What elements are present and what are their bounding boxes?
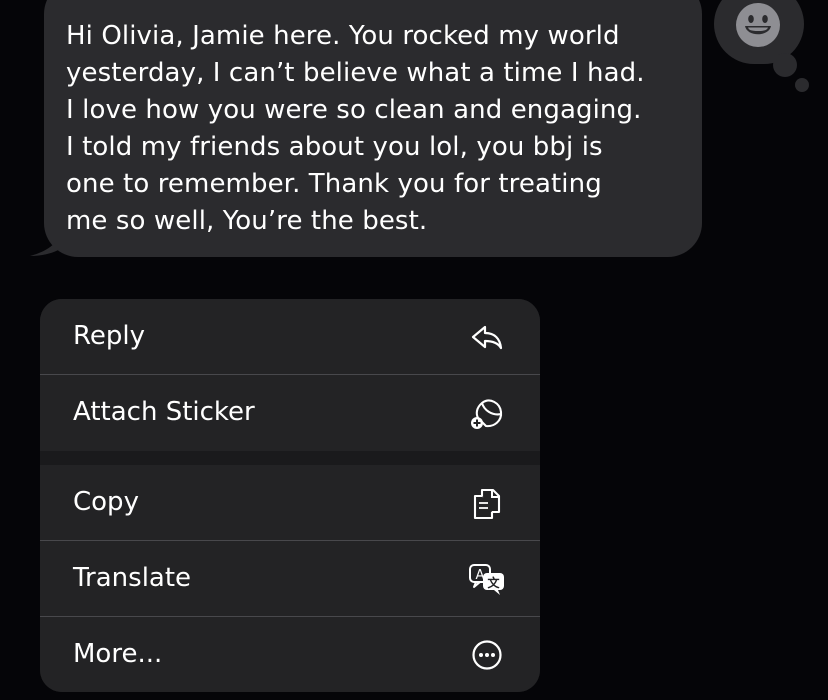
context-menu: Reply Attach Sticker Copy Translate A 文 …	[40, 299, 540, 692]
svg-text:文: 文	[487, 575, 500, 590]
translate-icon: A 文	[468, 560, 506, 598]
bubble-tail	[30, 226, 64, 256]
menu-item-label: More...	[73, 639, 163, 669]
message-text: Hi Olivia, Jamie here. You rocked my wor…	[66, 21, 645, 236]
menu-item-translate[interactable]: Translate A 文	[40, 540, 540, 616]
smiley-face-icon	[736, 3, 780, 47]
ellipsis-circle-icon	[468, 636, 506, 674]
menu-item-copy[interactable]: Copy	[40, 465, 540, 540]
menu-item-attach-sticker[interactable]: Attach Sticker	[40, 374, 540, 450]
menu-item-more[interactable]: More...	[40, 616, 540, 692]
menu-item-label: Translate	[73, 563, 192, 593]
reply-arrow-icon	[468, 318, 506, 356]
menu-section-separator	[40, 451, 540, 465]
tapback-tail-dot	[773, 53, 797, 77]
sticker-add-icon	[468, 394, 506, 432]
copy-documents-icon	[468, 484, 506, 522]
conversation-screen: Hi Olivia, Jamie here. You rocked my wor…	[0, 0, 828, 700]
menu-item-reply[interactable]: Reply	[40, 299, 540, 374]
menu-item-label: Reply	[73, 321, 146, 351]
menu-item-label: Attach Sticker	[73, 397, 255, 427]
tapback-tail-dot-small	[795, 78, 809, 92]
menu-item-label: Copy	[73, 487, 139, 517]
